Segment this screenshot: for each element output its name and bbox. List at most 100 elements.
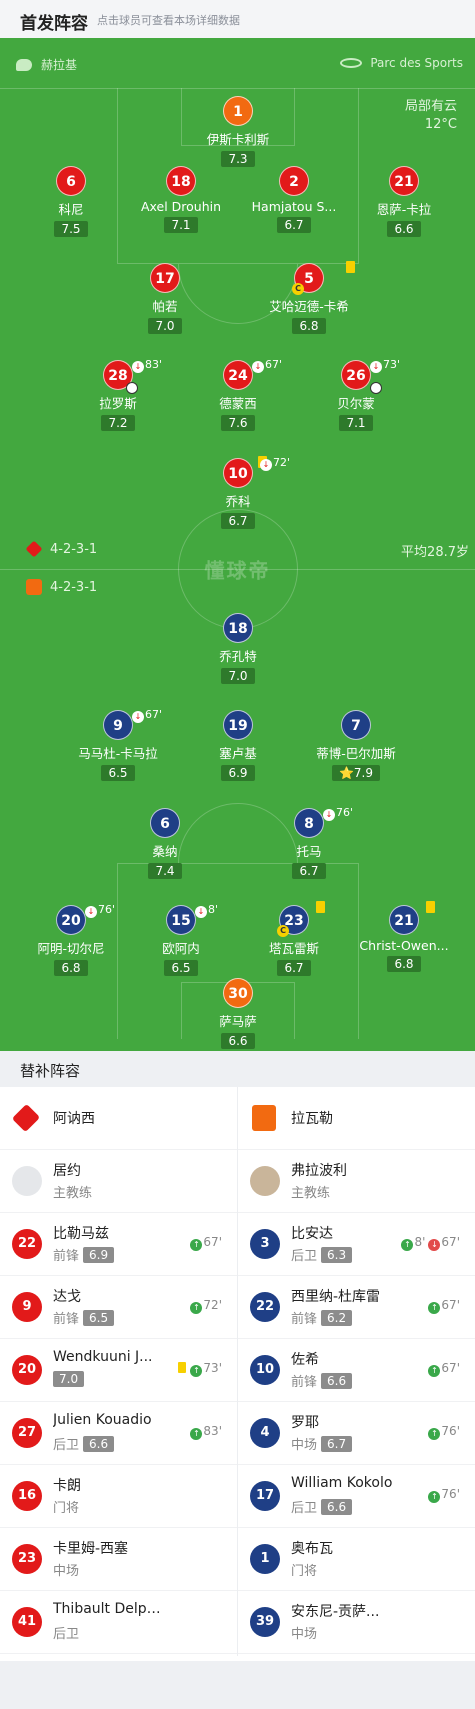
sub-in-arrow-icon: ↑ [428,1428,441,1440]
bench-player-row[interactable]: 9 达戈 前锋 6.5 ↑ 72' [0,1276,237,1339]
player-rating: 6.9 [221,765,255,781]
home-team-name: 阿讷西 [53,1111,95,1127]
bench-player-events: ↑ 73' [178,1361,225,1377]
bench-player-position: 前锋 6.9 [53,1245,115,1264]
event-minute: 67' [441,1235,460,1249]
player-number-circle: 8 [294,808,324,838]
player-rating: 6.8 [54,960,88,976]
bench-player-rating: 6.3 [321,1247,353,1263]
bench-player-name: 安东尼-贡萨... [291,1604,380,1620]
bench-player-row[interactable]: 27 Julien Kouadio 后卫 6.6 ↑ 83' [0,1402,237,1465]
player-rating: 6.6 [221,1033,255,1049]
bench-player-row[interactable]: 17 William Kokolo 后卫 6.6 ↑ 76' [238,1465,475,1528]
bench-player-row[interactable]: 10 佐希 前锋 6.6 ↑ 67' [238,1339,475,1402]
player-rating: 6.5 [101,765,135,781]
event-minute: 67' [441,1298,460,1312]
bench-away-team[interactable]: 拉瓦勒 [238,1087,475,1150]
sub-minute: 67' [265,358,283,371]
bench-player-row[interactable]: 3 比安达 后卫 6.3 ↑ 8' ↓ 67' [238,1213,475,1276]
player-name: 马马杜-卡马拉 [78,746,158,761]
home-player[interactable]: 28 拉罗斯 7.2 ↓ 83' [48,358,188,431]
bench-player-row[interactable]: 22 比勒马兹 前锋 6.9 ↑ 67' [0,1213,237,1276]
away-formation: 4-2-3-1 [26,579,97,595]
substitution-out: ↓ 72' [260,456,290,471]
position-text: 前锋 [53,1249,80,1264]
bench-player-position: 后卫 6.6 [291,1497,353,1516]
away-player[interactable]: 18 乔孔特 7.0 [168,613,308,684]
bench-player-name: 奥布瓦 [291,1541,333,1557]
away-player[interactable]: 9 马马杜-卡马拉 6.5 ↓ 67' [48,708,188,781]
player-rating: 7.5 [54,221,88,237]
bench-player-rating: 7.0 [53,1371,85,1387]
position-text: 后卫 [291,1501,318,1516]
player-rating: 6.7 [277,217,311,233]
sub-out-arrow-icon: ↓ [370,361,382,373]
player-number-circle: 6 [150,808,180,838]
sub-in-arrow-icon: ↑ [190,1302,203,1314]
bench-player-row[interactable]: 4 罗耶 中场 6.7 ↑ 76' [238,1402,475,1465]
home-formation-text: 4-2-3-1 [50,541,98,557]
home-coach[interactable]: 居约 主教练 [0,1150,237,1213]
player-number-avatar: 1 [250,1544,280,1574]
bench-player-row[interactable]: 22 西里纳-杜库雷 前锋 6.2 ↑ 67' [238,1276,475,1339]
home-coach-name: 居约 [53,1163,81,1179]
bench-player-position: 门将 [291,1560,317,1579]
player-number-avatar: 16 [12,1481,42,1511]
bench-home-team[interactable]: 阿讷西 [0,1087,237,1150]
page-title: 首发阵容 [20,14,88,34]
position-text: 后卫 [291,1249,318,1264]
player-number-avatar: 39 [250,1607,280,1637]
player-rating: 6.7 [292,863,326,879]
bench-player-position: 前锋 6.2 [291,1308,353,1327]
away-team-logo-icon [26,579,42,595]
away-player[interactable]: 30 萨马萨 6.6 [168,978,308,1049]
bench-player-row[interactable]: 1 奥布瓦门将 [238,1528,475,1591]
player-name: 帕若 [152,299,178,314]
player-name: 拉罗斯 [99,396,137,411]
sub-out-arrow-icon: ↓ [252,361,264,373]
bench-player-position: 门将 [53,1497,79,1516]
away-player[interactable]: 6 桑纳 7.4 [95,808,235,879]
away-player[interactable]: 8 托马 6.7 ↓ 76' [239,806,379,879]
captain-badge-icon: C [292,283,304,295]
captain-badge-icon: C [277,925,289,937]
home-player[interactable]: 21 恩萨-卡拉 6.6 [334,166,474,237]
away-player[interactable]: 7 蒂博-巴尔加斯 ⭐7.9 [286,710,426,781]
position-text: 前锋 [53,1312,80,1327]
goal-ball-icon [370,382,382,394]
bench-player-name: Wendkuuni J... [53,1349,153,1365]
substitution-out: ↓ 67' [252,358,282,373]
bench-player-row[interactable]: 23 卡里姆-西塞 中场 [0,1528,237,1591]
bench-header: 替补阵容 [0,1051,475,1087]
player-number-circle: 26 [341,360,371,390]
sub-out-arrow-icon: ↓ [132,711,144,723]
bench-player-position: 中场 [53,1560,79,1579]
player-rating: ⭐7.9 [331,765,381,781]
player-number-circle: 20 [56,905,86,935]
player-rating: 7.3 [221,151,255,167]
bench-player-name: Thibault Delphis [53,1601,163,1617]
home-player[interactable]: 1 伊斯卡利斯 7.3 [168,96,308,167]
home-player[interactable]: 26 贝尔蒙 7.1 ↓ 73' [286,358,426,431]
away-coach[interactable]: 弗拉波利 主教练 [238,1150,475,1213]
bench-player-row[interactable]: 39 安东尼-贡萨... 中场 [238,1591,475,1654]
bench-player-position: 前锋 6.5 [53,1308,115,1327]
bench-player-row[interactable]: 20 Wendkuuni J... 7.0 ↑ 73' [0,1339,237,1402]
away-player[interactable]: 21 Christ-Owen... 6.8 [334,901,474,972]
weather: 局部有云 12°C [405,98,457,134]
bench-player-rating: 6.6 [321,1373,353,1389]
bench-player-position: 7.0 [53,1371,85,1388]
home-player[interactable]: 10 乔科 6.7 ↓ 72' [168,456,308,529]
player-rating: 6.5 [164,960,198,976]
bench-player-rating: 6.2 [321,1310,353,1326]
home-player[interactable]: 17 帕若 7.0 [95,263,235,334]
bench-player-row[interactable]: 41 Thibault Delphis 后卫 [0,1591,237,1654]
player-number-circle: 10 [223,458,253,488]
player-number-circle: 6 [56,166,86,196]
event-minute: 72' [203,1298,222,1312]
player-name: Christ-Owen... [359,938,449,953]
home-player[interactable]: 5 艾哈迈德-卡希 6.8 C [239,261,379,334]
bench-player-row[interactable]: 16 卡朗 门将 [0,1465,237,1528]
page-subtitle: 点击球员可查看本场详细数据 [97,14,240,27]
player-number-circle: 21 [389,905,419,935]
